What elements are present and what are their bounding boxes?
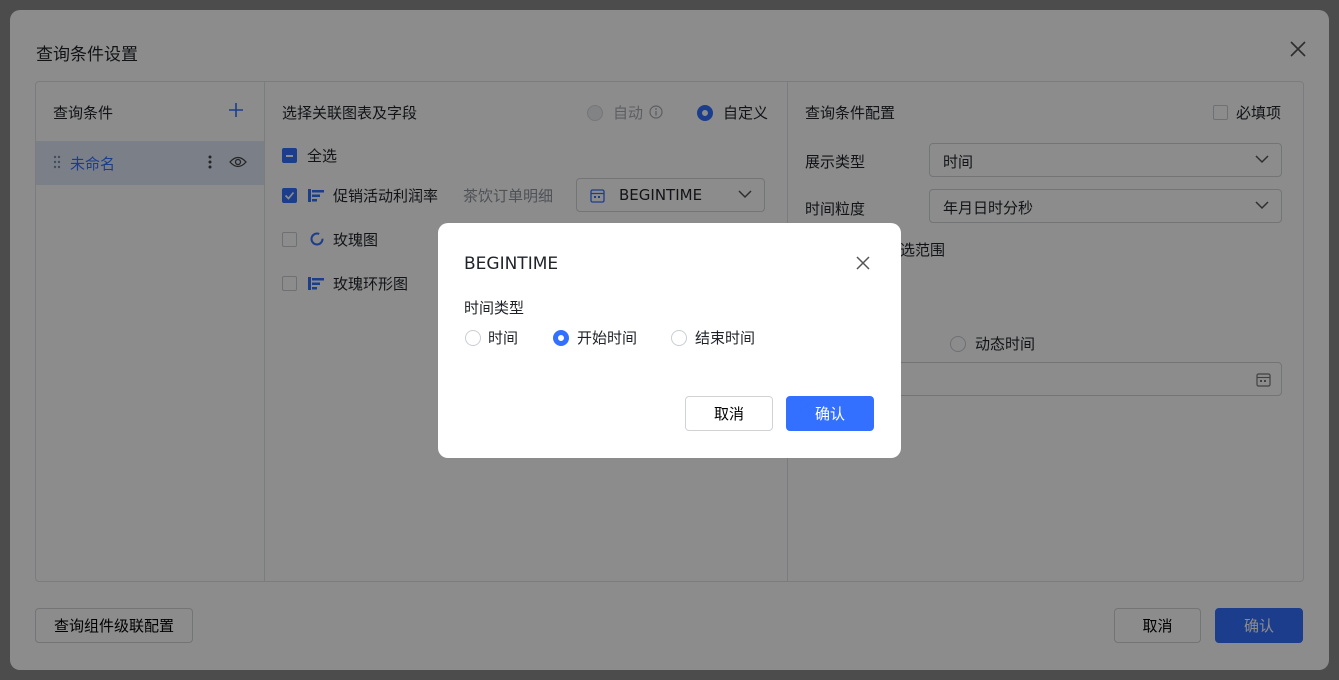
- end-time-option-radio[interactable]: [671, 330, 687, 346]
- time-type-label: 时间类型: [464, 299, 525, 317]
- modal-confirm-button[interactable]: 确认: [786, 396, 874, 431]
- modal-title: BEGINTIME: [464, 254, 559, 274]
- end-time-option-label: 结束时间: [695, 329, 756, 347]
- start-time-option-label: 开始时间: [577, 329, 638, 347]
- time-type-modal: BEGINTIME 时间类型 时间 开始时间 结束时间 取消 确认: [438, 223, 901, 458]
- time-option-radio[interactable]: [465, 330, 481, 346]
- start-time-option-radio[interactable]: [553, 330, 569, 346]
- close-icon[interactable]: [855, 255, 871, 271]
- modal-cancel-button[interactable]: 取消: [685, 396, 773, 431]
- time-option-label: 时间: [488, 329, 519, 347]
